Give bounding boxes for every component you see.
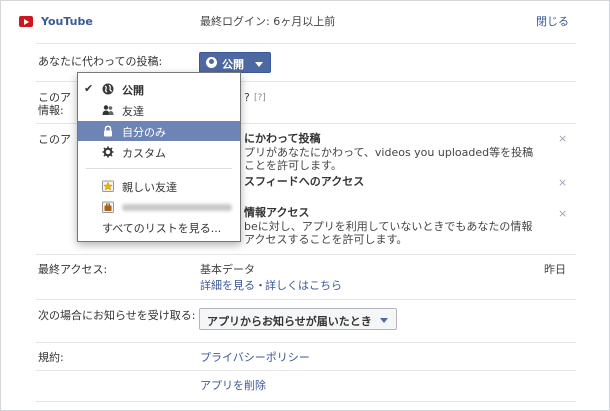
details-link[interactable]: 詳細を見る [200, 279, 255, 293]
divider [36, 43, 576, 44]
row-value-fragment: ? [244, 91, 250, 104]
permission-description: ことを許可します。 [244, 159, 342, 172]
last-access-label: 最終アクセス: [38, 263, 108, 276]
audience-menu: ✔ 公開 友達 自分のみ カスタム 親しい友達 すべてのリストを見る... [77, 72, 241, 242]
divider [36, 370, 576, 371]
audience-option-custom[interactable]: カスタム [78, 142, 240, 162]
divider [36, 401, 576, 402]
briefcase-icon [102, 201, 114, 213]
lock-icon [104, 125, 112, 137]
audience-option-label: 親しい友達 [122, 181, 177, 194]
globe-icon [102, 83, 114, 95]
chevron-down-icon [380, 318, 388, 323]
audience-option-label: すべてのリストを見る... [102, 222, 222, 235]
divider [36, 299, 576, 300]
remove-app-link[interactable]: アプリを削除 [200, 379, 266, 393]
gear-icon [102, 146, 114, 158]
permission-description: beに対し、アプリを利用していないときでもあなたの情報 [244, 220, 533, 233]
terms-label: 規約: [38, 351, 64, 364]
remove-permission-button[interactable]: × [558, 207, 567, 220]
last-login-text: 最終ログイン: 6ヶ月以上前 [200, 15, 336, 28]
row-label: 情報: [38, 104, 64, 117]
learn-more-link[interactable]: 詳しくはこちら [265, 279, 342, 293]
divider [36, 342, 576, 343]
row-label: このア [38, 91, 71, 104]
permission-title: スフィードへのアクセス [244, 175, 365, 188]
youtube-icon [19, 16, 33, 27]
audience-option-label: 友達 [122, 105, 144, 118]
last-access-value: 基本データ [200, 263, 255, 276]
star-list-icon [102, 180, 114, 192]
audience-option-only-me[interactable]: 自分のみ [78, 121, 240, 141]
permission-description: アクセスすることを許可します。 [244, 233, 408, 246]
audience-option-label: 公開 [122, 84, 144, 97]
notify-label: 次の場合にお知らせを受け取る: [38, 309, 196, 322]
remove-permission-button[interactable]: × [558, 132, 567, 145]
permission-title: にかわって投稿 [244, 132, 321, 145]
checkmark-icon: ✔ [84, 82, 94, 95]
notification-setting-value: アプリからお知らせが届いたとき [207, 315, 372, 328]
audience-option-label: 自分のみ [122, 126, 166, 139]
app-settings-panel: YouTube 最終ログイン: 6ヶ月以上前 閉じる あなたに代わっての投稿: … [0, 0, 610, 411]
close-link[interactable]: 閉じる [536, 15, 569, 29]
divider [36, 254, 576, 255]
audience-option-label: カスタム [122, 147, 166, 160]
privacy-policy-link[interactable]: プライバシーポリシー [200, 351, 310, 365]
menu-separator [86, 168, 232, 169]
blurred-list-name [122, 204, 232, 211]
permission-title: 情報アクセス [244, 206, 310, 219]
posting-label: あなたに代わっての投稿: [38, 55, 163, 68]
friends-icon [102, 105, 114, 115]
row-label: このア [38, 133, 71, 146]
see-all-lists-link[interactable]: すべてのリストを見る... [78, 217, 240, 237]
privacy-selector-button[interactable]: 公開 [199, 52, 271, 73]
audience-option-close-friends[interactable]: 親しい友達 [78, 176, 240, 196]
app-name[interactable]: YouTube [41, 15, 93, 29]
privacy-selector-value: 公開 [222, 58, 244, 71]
audience-option-public[interactable]: ✔ 公開 [78, 79, 240, 99]
last-access-time: 昨日 [544, 263, 566, 276]
chevron-down-icon [255, 62, 263, 67]
help-link[interactable]: [?] [254, 91, 266, 105]
remove-permission-button[interactable]: × [558, 176, 567, 189]
audience-option-work-list[interactable] [78, 197, 240, 217]
permission-description: プリがあなたにかわって、videos you uploaded等を投稿 [244, 146, 534, 159]
audience-option-friends[interactable]: 友達 [78, 100, 240, 120]
notification-setting-dropdown[interactable]: アプリからお知らせが届いたとき [199, 308, 397, 330]
globe-icon [206, 57, 217, 68]
